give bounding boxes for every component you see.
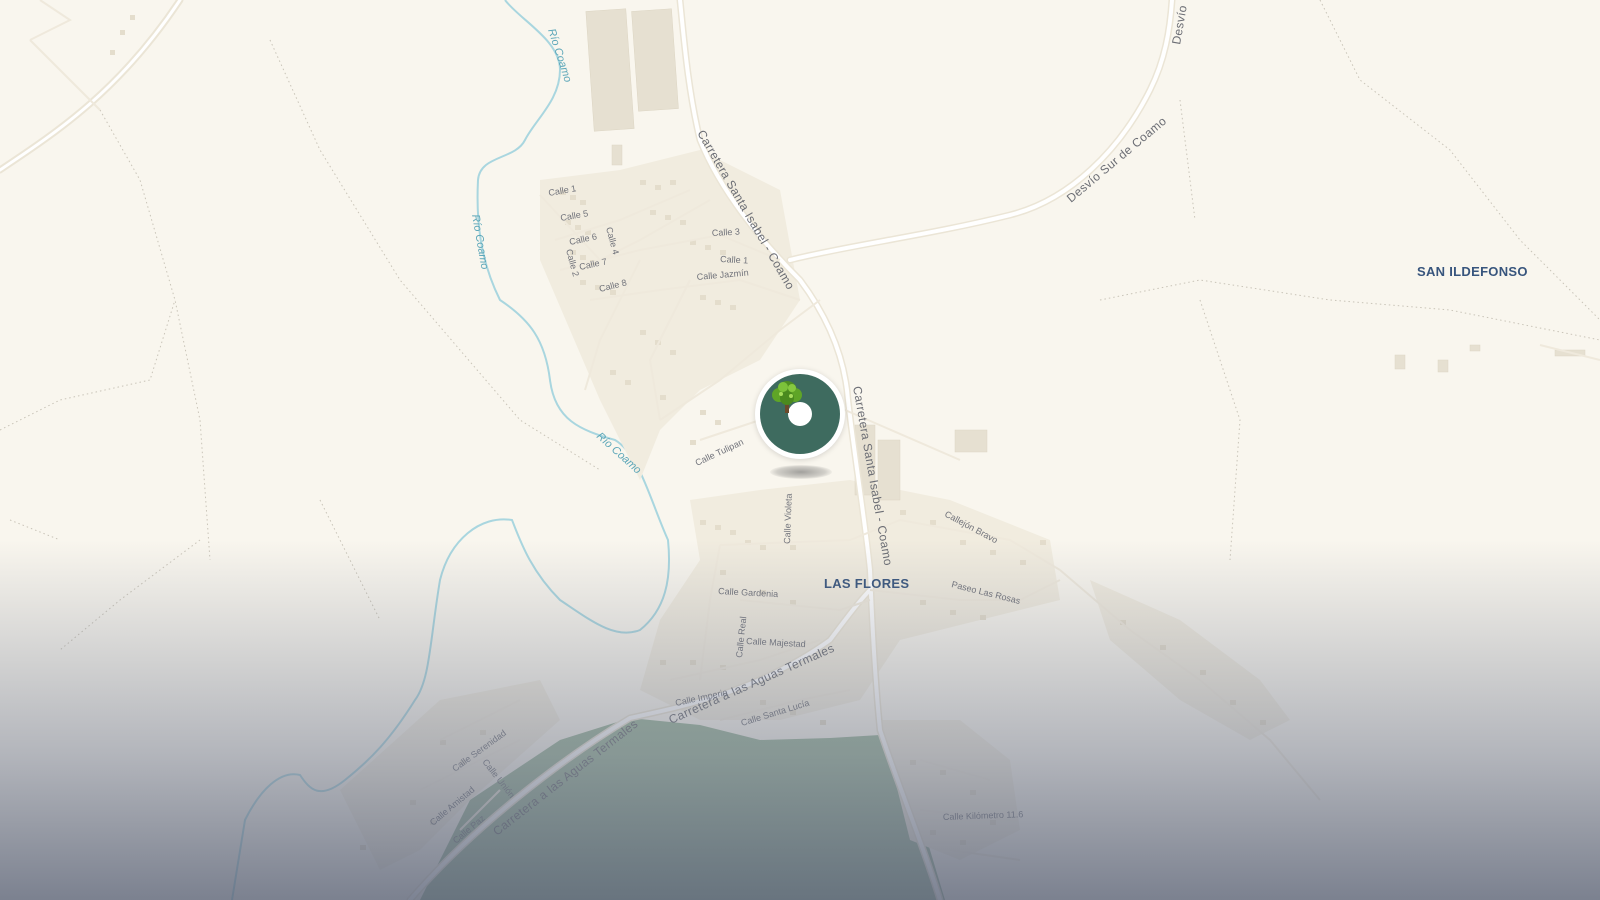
location-marker[interactable] (755, 369, 845, 459)
place-label-san-ildefonso[interactable]: SAN ILDEFONSO (1417, 264, 1528, 279)
street-label: Calle Violeta (782, 493, 794, 544)
tree-icon (772, 381, 802, 413)
street-label: Calle 1 (720, 254, 749, 265)
place-label-las-flores[interactable]: LAS FLORES (824, 576, 909, 591)
street-label: Calle 3 (712, 227, 741, 238)
marker-shadow (770, 465, 832, 479)
